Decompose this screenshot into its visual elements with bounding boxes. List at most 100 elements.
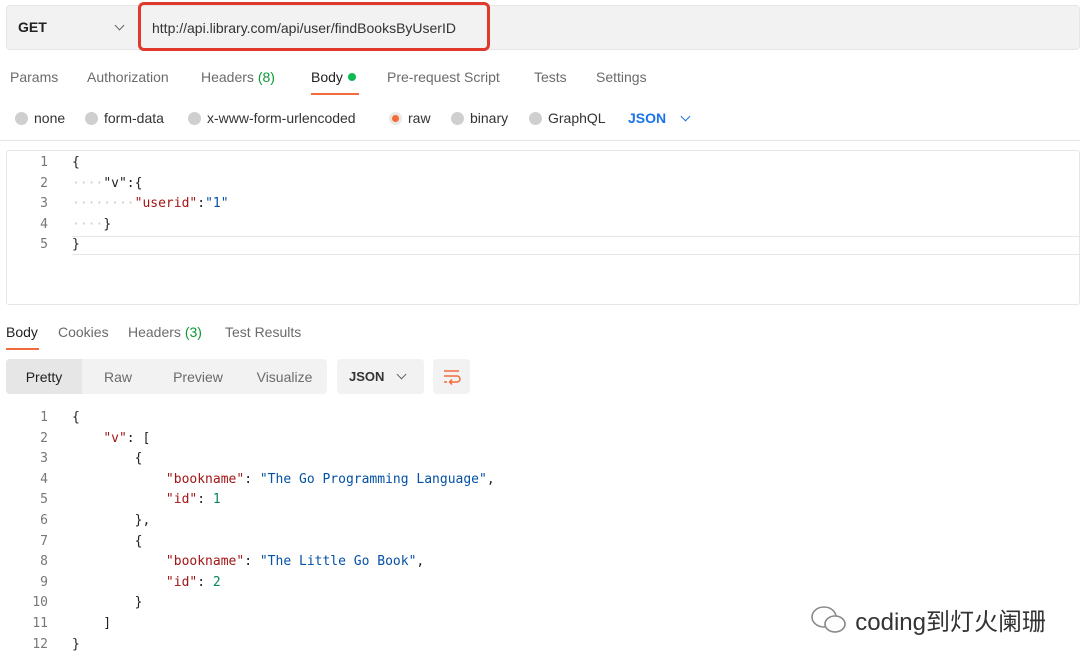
tab-params[interactable]: Params <box>10 69 58 85</box>
line-number: 2 <box>40 175 48 191</box>
code-token: "The Go Programming Language" <box>259 471 487 487</box>
code-line: { <box>72 451 143 467</box>
response-tab-body[interactable]: Body <box>6 324 38 340</box>
request-body-editor[interactable] <box>6 150 1080 305</box>
radio-label: form-data <box>104 110 164 126</box>
view-mode-preview[interactable]: Preview <box>154 359 242 394</box>
tab-label: Tests <box>534 69 567 85</box>
tab-label: Settings <box>596 69 647 85</box>
radio-none[interactable]: none <box>15 110 65 126</box>
code-line: } <box>72 595 143 611</box>
radio-circle-icon <box>188 111 201 125</box>
code-token: 1 <box>212 492 221 508</box>
code-line: ] <box>72 616 111 631</box>
active-line-highlight <box>72 236 1080 255</box>
tab-count: (3) <box>184 324 202 340</box>
radio-GraphQL[interactable]: GraphQL <box>529 110 606 126</box>
tab-settings[interactable]: Settings <box>596 69 647 85</box>
line-number: 12 <box>32 636 48 652</box>
code-token: } <box>103 216 112 232</box>
code-token: , <box>416 554 425 570</box>
radio-circle-icon <box>389 111 402 125</box>
code-token: , <box>486 471 495 487</box>
code-token: { <box>72 451 143 467</box>
tab-label: Body <box>6 324 38 340</box>
line-number: 1 <box>40 410 48 425</box>
response-tab-headers[interactable]: Headers (3) <box>128 324 202 340</box>
divider <box>0 140 1080 141</box>
watermark-text: coding到灯火阑珊 <box>855 609 1046 636</box>
body-format-select[interactable]: JSON <box>628 110 666 126</box>
code-line: } <box>72 637 80 652</box>
chevron-down-icon[interactable] <box>680 111 691 122</box>
code-line: { <box>72 533 143 549</box>
line-number: 7 <box>40 533 48 549</box>
line-number: 3 <box>40 196 48 212</box>
code-token: "id" <box>165 492 198 508</box>
response-format-select[interactable]: JSON <box>337 359 424 394</box>
body-format-label: JSON <box>628 110 667 126</box>
radio-x-www-form-urlencoded[interactable]: x-www-form-urlencoded <box>188 110 356 126</box>
method-select[interactable]: GET <box>18 19 47 35</box>
tab-count: (8) <box>257 69 275 85</box>
radio-form-data[interactable]: form-data <box>85 110 164 126</box>
radio-raw[interactable]: raw <box>389 110 431 126</box>
tab-label: Headers <box>201 69 254 85</box>
radio-binary[interactable]: binary <box>451 110 508 126</box>
wrap-lines-button[interactable] <box>433 359 470 394</box>
tab-body[interactable]: Body <box>311 69 356 85</box>
line-number: 5 <box>40 237 48 253</box>
code-token: "userid" <box>134 196 198 212</box>
code-line: }, <box>72 513 151 528</box>
tab-label: Cookies <box>58 324 109 340</box>
tab-tests[interactable]: Tests <box>534 69 567 85</box>
url-input[interactable]: http://api.library.com/api/user/findBook… <box>138 2 490 51</box>
line-number: 9 <box>40 574 48 590</box>
response-tab-test-results[interactable]: Test Results <box>225 324 301 340</box>
code-line: "id": 2 <box>72 575 221 590</box>
radio-label: binary <box>470 110 509 126</box>
code-line: "id": 1 <box>72 492 221 507</box>
url-text: http://api.library.com/api/user/findBook… <box>152 20 456 36</box>
view-mode-raw[interactable]: Raw <box>82 359 154 394</box>
code-line: ····} <box>72 217 111 232</box>
tab-headers[interactable]: Headers (8) <box>201 69 275 85</box>
code-token: "1" <box>205 196 229 212</box>
code-token: "The Little Go Book" <box>259 554 417 570</box>
active-tab-underline <box>6 348 39 350</box>
tab-authorization[interactable]: Authorization <box>87 69 169 85</box>
wechat-icon <box>811 605 847 633</box>
code-token: :{ <box>126 175 143 191</box>
code-token: { <box>72 533 143 549</box>
tab-label: Authorization <box>87 69 169 85</box>
view-mode-visualize[interactable]: Visualize <box>242 359 327 394</box>
line-number: 1 <box>40 155 48 170</box>
code-token: : <box>244 471 260 487</box>
line-number: 6 <box>40 513 48 528</box>
code-line: "v": [ <box>72 431 150 446</box>
code-token: : <box>244 554 260 570</box>
code-token: { <box>72 155 80 170</box>
code-token: { <box>72 410 80 425</box>
response-tab-cookies[interactable]: Cookies <box>58 324 109 340</box>
radio-circle-icon <box>15 111 28 125</box>
code-token: } <box>72 595 143 611</box>
code-token: "v" <box>103 430 127 446</box>
tab-pre-request-script[interactable]: Pre-request Script <box>387 69 500 85</box>
code-line: { <box>72 410 80 425</box>
line-number: 11 <box>32 616 48 631</box>
line-number: 10 <box>32 595 48 611</box>
view-mode-pretty[interactable]: Pretty <box>6 359 82 394</box>
code-line: "bookname": "The Little Go Book", <box>72 554 424 569</box>
line-number: 5 <box>40 492 48 508</box>
code-token: } <box>72 636 80 652</box>
code-token: : [ <box>126 430 151 446</box>
chevron-down-icon <box>396 369 407 380</box>
code-token: "bookname" <box>165 554 245 570</box>
line-number: 4 <box>40 216 48 232</box>
radio-circle-icon <box>85 111 98 125</box>
code-line: } <box>72 237 80 252</box>
